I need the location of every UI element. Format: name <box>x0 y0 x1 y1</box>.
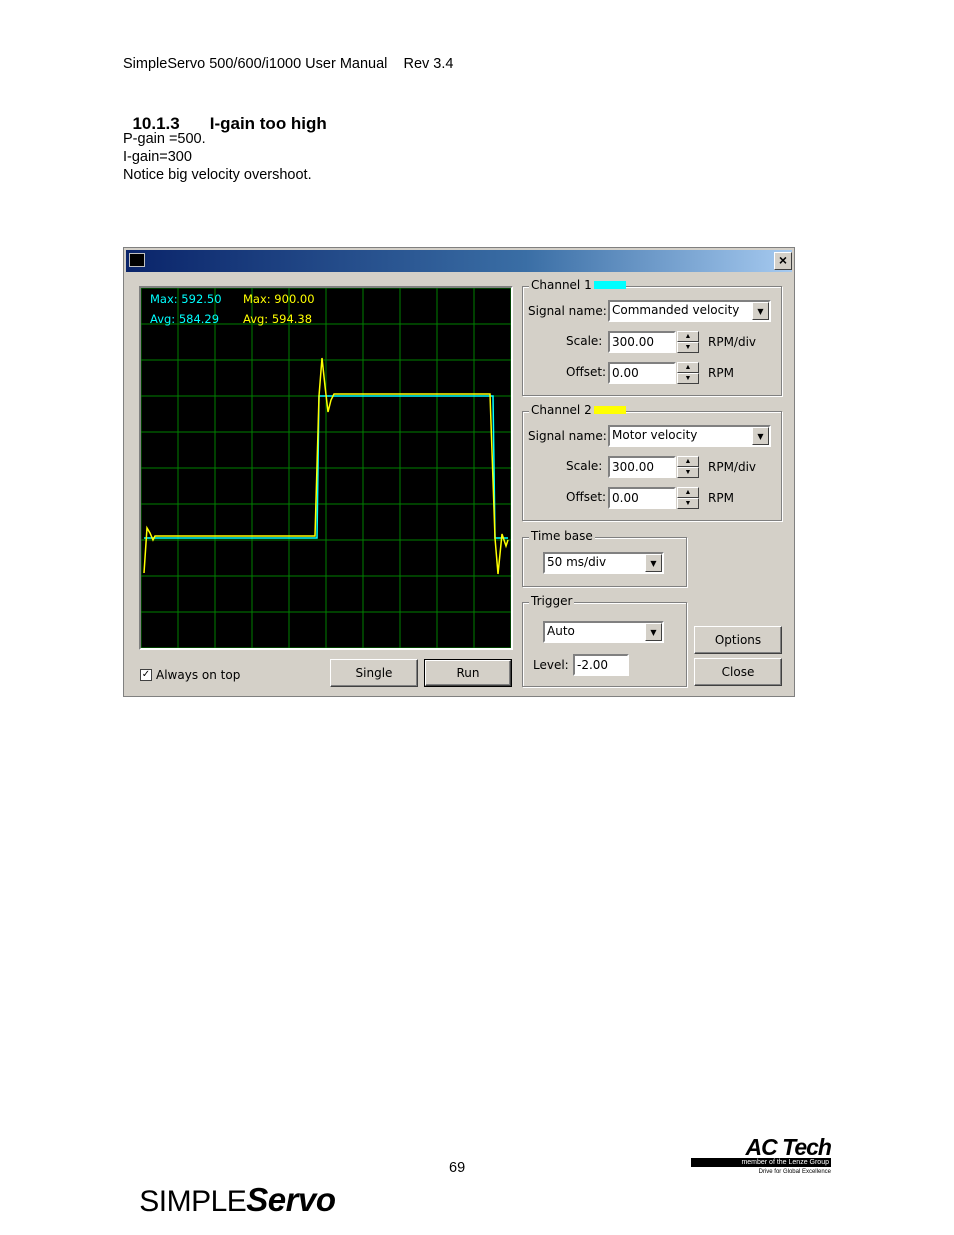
always-on-top-label: Always on top <box>156 668 241 682</box>
section-title: I-gain too high <box>209 114 327 133</box>
logo-simple: SIMPLE <box>139 1185 247 1218</box>
page-number: 69 <box>449 1160 466 1176</box>
timebase-select[interactable]: 50 ms/div ▼ <box>543 552 664 574</box>
ch2-scale-label: Scale: <box>566 459 603 473</box>
channel2-label: Channel 2 <box>529 403 594 417</box>
options-button[interactable]: Options <box>694 626 782 654</box>
oscilloscope-window: × Max: 592.50 Avg: 584.29 Max: 900.00 Av… <box>123 247 795 697</box>
ch2-offset-input[interactable]: 0.00 <box>608 487 676 509</box>
window-titlebar[interactable]: × <box>126 250 792 272</box>
ch2-signal-select[interactable]: Motor velocity ▼ <box>608 425 771 447</box>
scope-display: Max: 592.50 Avg: 584.29 Max: 900.00 Avg:… <box>139 286 513 650</box>
ch2-offset-down-icon[interactable]: ▼ <box>677 498 699 509</box>
timebase-label: Time base <box>529 529 595 543</box>
channel1-legend: Channel 1 <box>529 278 626 292</box>
scope-plot <box>141 288 511 648</box>
body-line-pgain: P-gain =500. <box>123 131 206 147</box>
ch2-signal-dropdown-icon[interactable]: ▼ <box>752 427 769 445</box>
ch2-scale-down-icon[interactable]: ▼ <box>677 467 699 478</box>
ch1-signal-dropdown-icon[interactable]: ▼ <box>752 302 769 320</box>
channel2-color-swatch <box>593 406 626 414</box>
ch1-offset-label: Offset: <box>566 365 607 379</box>
ch1-scale-label: Scale: <box>566 334 603 348</box>
ch2-scale-value: 300.00 <box>612 460 654 474</box>
ch2-signal-label: Signal name: <box>528 429 607 443</box>
always-on-top-checkbox[interactable]: ✓ <box>140 669 152 681</box>
ch2-signal-value: Motor velocity <box>612 428 698 442</box>
ch2-scale-unit: RPM/div <box>708 460 757 474</box>
timebase-value: 50 ms/div <box>547 555 607 569</box>
timebase-dropdown-icon[interactable]: ▼ <box>645 554 662 572</box>
simpleservo-logo: SIMPLEServo <box>123 1145 336 1219</box>
ch2-offset-unit: RPM <box>708 491 734 505</box>
channel1-color-swatch <box>593 281 626 289</box>
trigger-mode-dropdown-icon[interactable]: ▼ <box>645 623 662 641</box>
ch1-signal-select[interactable]: Commanded velocity ▼ <box>608 300 771 322</box>
close-button[interactable]: Close <box>694 658 782 686</box>
ch2-scale-up-icon[interactable]: ▲ <box>677 456 699 467</box>
ch1-signal-label: Signal name: <box>528 304 607 318</box>
trigger-level-value: -2.00 <box>577 658 609 672</box>
ch2-avg-readout: Avg: 594.38 <box>243 312 313 326</box>
window-close-icon[interactable]: × <box>774 252 792 270</box>
ch1-offset-up-icon[interactable]: ▲ <box>677 362 699 373</box>
ch1-offset-unit: RPM <box>708 366 734 380</box>
ch1-offset-down-icon[interactable]: ▼ <box>677 373 699 384</box>
trigger-mode-value: Auto <box>547 624 575 638</box>
ch1-scale-input[interactable]: 300.00 <box>608 331 676 353</box>
channel1-label: Channel 1 <box>529 278 594 292</box>
ch2-max-readout: Max: 900.00 <box>243 292 315 306</box>
ch1-scale-value: 300.00 <box>612 335 654 349</box>
actech-member: member of the Lenze Group <box>691 1158 831 1167</box>
trigger-mode-select[interactable]: Auto ▼ <box>543 621 664 643</box>
trigger-label: Trigger <box>529 594 575 608</box>
actech-tagline: Drive for Global Excellence <box>758 1169 831 1175</box>
logo-servo: Servo <box>246 1181 336 1218</box>
single-button[interactable]: Single <box>330 659 418 687</box>
trigger-level-label: Level: <box>533 658 569 672</box>
body-line-notice: Notice big velocity overshoot. <box>123 167 312 183</box>
run-button[interactable]: Run <box>424 659 512 687</box>
ch2-offset-up-icon[interactable]: ▲ <box>677 487 699 498</box>
body-line-igain: I-gain=300 <box>123 149 192 165</box>
ch1-scale-down-icon[interactable]: ▼ <box>677 342 699 353</box>
ch2-scale-input[interactable]: 300.00 <box>608 456 676 478</box>
ch1-signal-value: Commanded velocity <box>612 303 740 317</box>
section-heading: 10.1.3 I-gain too high <box>123 94 327 134</box>
ch1-offset-input[interactable]: 0.00 <box>608 362 676 384</box>
ch1-scale-unit: RPM/div <box>708 335 757 349</box>
actech-logo: AC Tech member of the Lenze Group Drive … <box>691 1134 832 1176</box>
trigger-level-input[interactable]: -2.00 <box>573 654 629 676</box>
scope-app-icon <box>129 253 145 267</box>
ch1-avg-readout: Avg: 584.29 <box>150 312 220 326</box>
ch2-offset-label: Offset: <box>566 490 607 504</box>
channel2-legend: Channel 2 <box>529 403 626 417</box>
document-header: SimpleServo 500/600/i1000 User Manual Re… <box>123 56 454 72</box>
ch1-max-readout: Max: 592.50 <box>150 292 222 306</box>
scope-grid <box>141 288 511 648</box>
ch1-offset-value: 0.00 <box>612 366 639 380</box>
ch1-scale-up-icon[interactable]: ▲ <box>677 331 699 342</box>
ch2-offset-value: 0.00 <box>612 491 639 505</box>
actech-name: AC Tech <box>745 1134 832 1160</box>
